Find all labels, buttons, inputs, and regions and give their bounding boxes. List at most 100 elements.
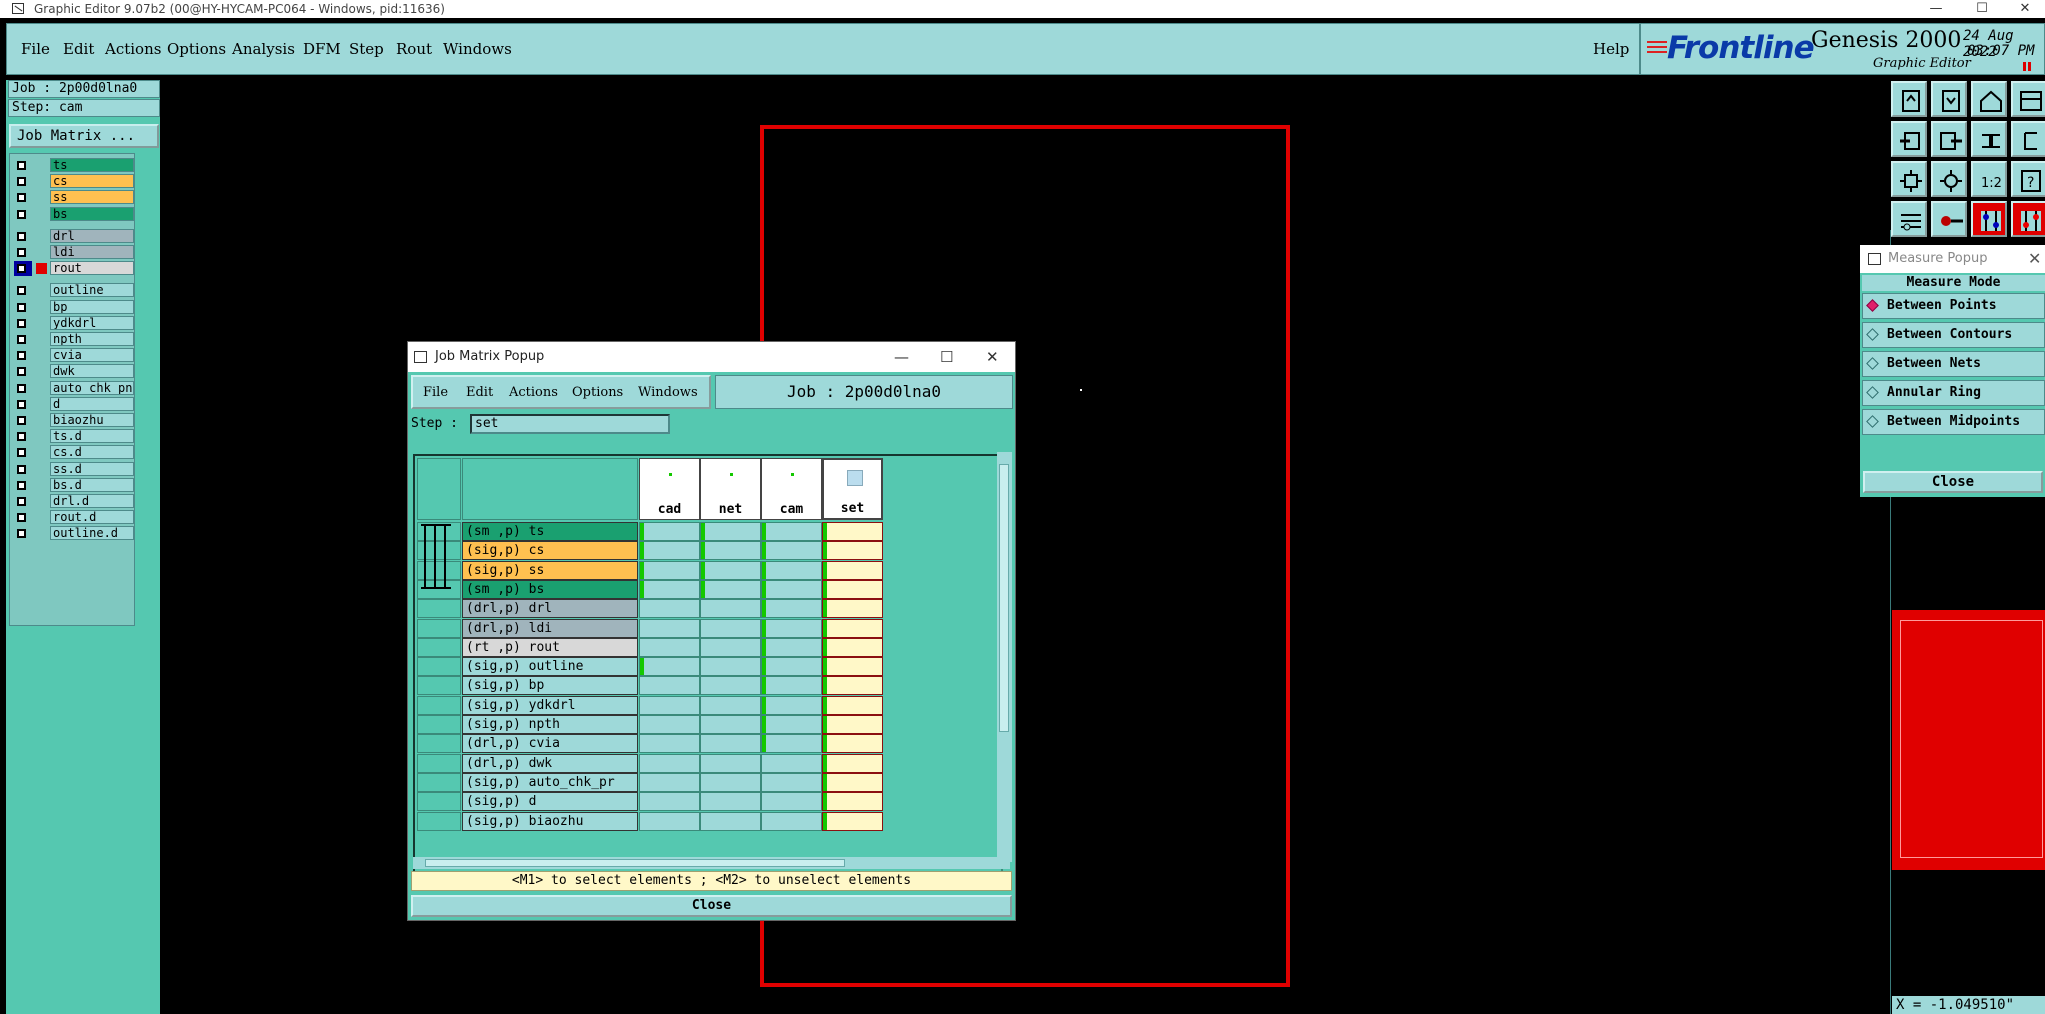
matrix-cell[interactable] (700, 792, 761, 812)
layer-row[interactable]: ldi (14, 245, 134, 260)
layer-row[interactable]: drl (14, 228, 134, 244)
pause-icon[interactable] (2023, 62, 2031, 71)
measure-option[interactable]: Annular Ring (1862, 380, 2045, 406)
radio-diamond-icon[interactable] (1866, 386, 1879, 399)
layer-checkbox[interactable] (17, 335, 26, 344)
menu-rout[interactable]: Rout (396, 40, 432, 58)
layer-name[interactable]: drl.d (50, 494, 134, 508)
matrix-cell[interactable] (639, 676, 700, 696)
row-index-cell[interactable] (417, 734, 461, 754)
matrix-cell[interactable] (822, 811, 883, 831)
matrix-cell[interactable] (761, 676, 822, 696)
matrix-layer-name[interactable]: (sig,p) ydkdrl (462, 695, 638, 715)
matrix-layer-name[interactable]: (sig,p) d (462, 792, 638, 812)
layer-name[interactable]: cvia (50, 348, 134, 363)
layer-row[interactable]: bp (14, 299, 134, 315)
layer-checkbox[interactable] (17, 351, 26, 361)
key-icon[interactable] (1931, 201, 1967, 237)
row-index-cell[interactable] (417, 695, 461, 715)
matrix-cell[interactable] (761, 637, 822, 657)
jm-menu-edit[interactable]: Edit (466, 385, 493, 400)
layer-row[interactable]: bs.d (14, 477, 134, 493)
matrix-cell[interactable] (639, 522, 700, 541)
matrix-cell[interactable] (761, 560, 822, 580)
layer-checkbox[interactable] (17, 302, 26, 312)
layer-name[interactable]: npth (50, 332, 134, 346)
step-column-header[interactable]: set (822, 458, 883, 520)
layers-red2-icon[interactable] (2011, 201, 2045, 237)
matrix-layer-name[interactable]: (drl,p) dwk (462, 753, 638, 773)
zoom-icon[interactable] (1931, 161, 1967, 197)
matrix-cell[interactable] (822, 772, 883, 792)
layer-row[interactable]: d (14, 396, 134, 412)
minimize-icon[interactable]: — (1916, 0, 1956, 18)
layer-name[interactable]: outline (50, 283, 134, 298)
matrix-layer-name[interactable]: (sig,p) outline (462, 657, 638, 677)
layer-checkbox[interactable] (17, 383, 26, 393)
layer-name[interactable]: ldi (50, 245, 134, 259)
layer-row[interactable]: ydkdrl (14, 315, 134, 331)
matrix-layer-name[interactable]: (sig,p) npth (462, 715, 638, 734)
row-index-cell[interactable] (417, 618, 461, 638)
layer-row[interactable]: rout (14, 261, 134, 277)
measure-option[interactable]: Between Nets (1862, 351, 2045, 377)
scale-icon[interactable]: 1:2 (1971, 161, 2007, 197)
matrix-cell[interactable] (700, 541, 761, 561)
step-icon[interactable] (2011, 121, 2045, 157)
layer-checkbox[interactable] (17, 464, 26, 474)
matrix-cell[interactable] (822, 734, 883, 754)
row-index-cell[interactable] (417, 772, 461, 792)
layer-checkbox[interactable] (17, 367, 26, 377)
matrix-cell[interactable] (822, 637, 883, 657)
layer-name[interactable]: ss.d (50, 461, 134, 476)
matrix-cell[interactable] (639, 657, 700, 677)
layer-name[interactable]: drl (50, 228, 134, 243)
open-icon[interactable] (1891, 81, 1927, 117)
matrix-layer-name[interactable]: (drl,p) ldi (462, 618, 638, 638)
row-index-cell[interactable] (417, 753, 461, 773)
layer-row[interactable]: dwk (14, 364, 134, 379)
measure-option[interactable]: Between Midpoints (1862, 409, 2045, 435)
matrix-cell[interactable] (761, 618, 822, 638)
step-input[interactable]: set (470, 414, 670, 434)
menu-actions[interactable]: Actions (105, 40, 161, 58)
fit-icon[interactable] (1891, 161, 1927, 197)
close-icon[interactable]: ✕ (2005, 0, 2045, 18)
matrix-cell[interactable] (639, 579, 700, 599)
vertical-scrollbar[interactable] (997, 452, 1012, 862)
matrix-cell[interactable] (700, 657, 761, 677)
matrix-cell[interactable] (700, 579, 761, 599)
menu-dfm[interactable]: DFM (303, 40, 341, 58)
layer-name[interactable]: outline.d (50, 526, 134, 541)
matrix-cell[interactable] (761, 811, 822, 831)
window-icon[interactable] (2011, 81, 2045, 117)
layer-row[interactable]: npth (14, 332, 134, 347)
matrix-cell[interactable] (761, 522, 822, 541)
matrix-cell[interactable] (700, 695, 761, 715)
layer-name[interactable]: rout (50, 261, 134, 276)
layer-name[interactable]: bs (50, 206, 134, 221)
matrix-cell[interactable] (761, 541, 822, 561)
matrix-cell[interactable] (822, 753, 883, 773)
matrix-cell[interactable] (761, 715, 822, 734)
radio-diamond-icon[interactable] (1866, 415, 1879, 428)
matrix-cell[interactable] (700, 772, 761, 792)
matrix-cell[interactable] (639, 753, 700, 773)
matrix-layer-name[interactable]: (sm ,p) bs (462, 579, 638, 599)
layer-checkbox[interactable] (17, 497, 26, 506)
matrix-cell[interactable] (700, 560, 761, 580)
radio-diamond-icon[interactable] (1866, 299, 1879, 312)
layer-row[interactable]: outline (14, 283, 134, 298)
matrix-cell[interactable] (639, 792, 700, 812)
export-icon[interactable] (1931, 121, 1967, 157)
mirror-icon[interactable] (1971, 121, 2007, 157)
matrix-cell[interactable] (761, 792, 822, 812)
matrix-cell[interactable] (761, 753, 822, 773)
layer-checkbox[interactable] (17, 161, 26, 170)
matrix-layer-name[interactable]: (drl,p) drl (462, 599, 638, 619)
layer-row[interactable]: drl.d (14, 494, 134, 509)
matrix-cell[interactable] (639, 541, 700, 561)
menu-windows[interactable]: Windows (443, 40, 512, 58)
layer-name[interactable]: rout.d (50, 510, 134, 525)
import-icon[interactable] (1891, 121, 1927, 157)
